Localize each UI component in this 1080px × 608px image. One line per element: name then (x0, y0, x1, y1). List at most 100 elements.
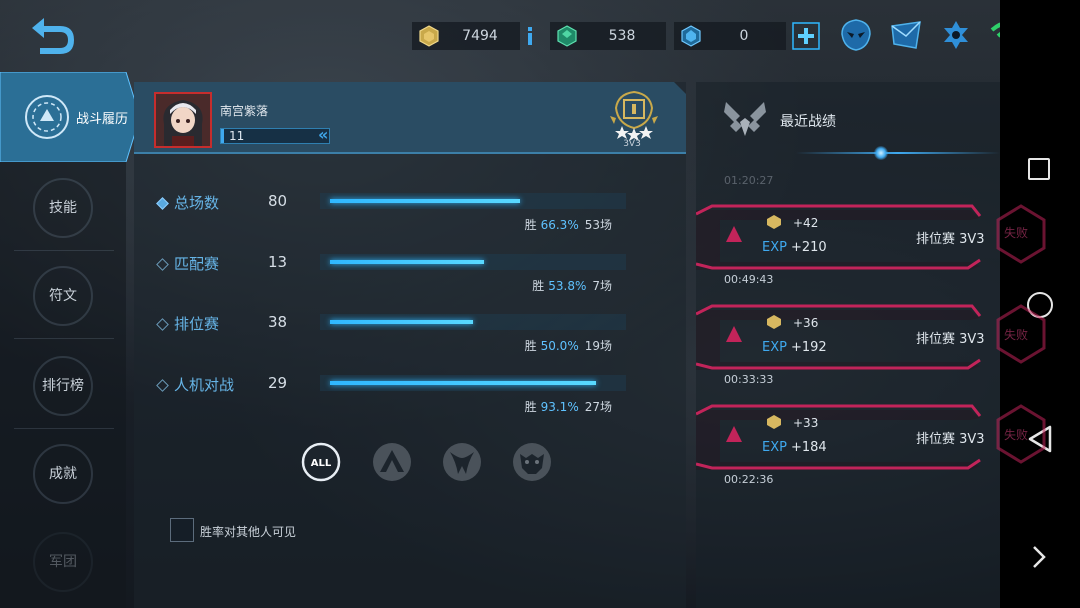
match-time-faded: 01:20:27 (724, 174, 774, 187)
crossed-swords-icon (724, 102, 766, 136)
sidebar-item-skills[interactable]: 技能 (0, 164, 126, 252)
mask-icon[interactable] (840, 18, 872, 52)
match-time: 00:22:36 (724, 473, 774, 486)
green-gem-icon (557, 25, 577, 47)
stat-name: 总场数 (174, 194, 220, 212)
sidebar-item-label: 成就 (49, 466, 77, 482)
blue-crystal-icon (681, 25, 701, 47)
match-result: 失败 (1004, 428, 1029, 442)
match-result: 失败 (1004, 328, 1029, 342)
sidebar-item-label: 战斗履历 (76, 112, 129, 127)
winrate-summary: 胜 53.8% 7场 (532, 277, 612, 294)
player-level: 11 (229, 129, 245, 143)
gem-resource: 538 (550, 22, 666, 50)
settings-icon[interactable] (940, 18, 972, 52)
diamond-icon (156, 258, 169, 271)
stat-count: 80 (268, 192, 288, 210)
faction-beast-icon[interactable] (512, 442, 552, 482)
rank-mode-label: 3V3 (623, 139, 641, 149)
add-icon[interactable] (792, 22, 820, 50)
gold-value: 7494 (462, 28, 498, 44)
exp-label: EXP (762, 440, 787, 455)
recent-matches-panel: 最近战绩 01:20:27 +42 EXP +210 排位赛 3V3 00:49:… (696, 82, 1000, 608)
win-percent: 53.8% (548, 279, 587, 293)
exp-label: EXP (762, 240, 787, 255)
stat-row-pve: 人机对战 29 胜 93.1% 27场 (134, 374, 686, 434)
info-icon[interactable] (524, 22, 546, 50)
gold-reward: +36 (793, 316, 819, 330)
win-games: 7场 (592, 279, 612, 293)
match-item[interactable]: +36 EXP +192 排位赛 3V3 00:33:33 (696, 304, 1000, 404)
recent-apps-icon[interactable] (1028, 158, 1050, 180)
exp-label: EXP (762, 340, 787, 355)
winrate-visibility-checkbox[interactable] (170, 518, 194, 542)
faction-a-icon[interactable] (372, 442, 412, 482)
mail-icon[interactable] (890, 18, 922, 52)
winrate-bar-fill (330, 381, 596, 385)
sidebar-item-label: 军团 (49, 554, 77, 570)
winrate-bar (320, 314, 626, 330)
filter-all-button[interactable]: ALL (301, 442, 341, 482)
filter-all-label: ALL (311, 458, 332, 469)
winrate-bar-fill (330, 320, 473, 324)
sidebar-item-runes[interactable]: 符文 (0, 252, 126, 340)
divider (14, 250, 114, 251)
sidebar-item-leaderboard[interactable]: 排行榜 (0, 342, 126, 430)
crystal-resource: 0 (674, 22, 786, 50)
stat-row-ranked: 排位赛 38 胜 50.0% 19场 (134, 313, 686, 373)
player-name: 南宫紫落 (220, 104, 269, 118)
winrate-bar (320, 375, 626, 391)
winrate-bar (320, 254, 626, 270)
win-games: 53场 (584, 218, 612, 232)
sidebar-item-achievements[interactable]: 成就 (0, 430, 126, 518)
win-percent: 93.1% (540, 400, 579, 414)
winrate-bar-fill (330, 199, 520, 203)
exp-reward: EXP +192 (762, 340, 827, 355)
sidebar-item-battle-history[interactable]: 战斗履历 (0, 72, 140, 162)
stat-name: 排位赛 (174, 315, 220, 333)
diamond-icon (156, 379, 169, 392)
exp-value: +184 (790, 440, 827, 455)
chevron-right-icon[interactable] (1030, 544, 1048, 570)
sidebar: 战斗履历 技能 符文 排行榜 成就 军团 (0, 72, 140, 608)
exp-reward: EXP +184 (762, 440, 827, 455)
match-time: 00:33:33 (724, 373, 774, 386)
sidebar-item-legion[interactable]: 军团 (0, 518, 126, 606)
winrate-summary: 胜 50.0% 19场 (525, 337, 612, 354)
match-mode: 排位赛 3V3 (916, 332, 985, 347)
match-mode: 排位赛 3V3 (916, 232, 985, 247)
recent-matches-title: 最近战绩 (780, 114, 836, 130)
crystal-value: 0 (739, 28, 749, 44)
sidebar-item-label: 符文 (49, 288, 77, 304)
winrate-summary: 胜 93.1% 27场 (525, 398, 612, 415)
top-bar: 7494 538 0 (0, 0, 1062, 70)
match-result: 失败 (1004, 226, 1029, 240)
back-icon[interactable] (26, 12, 80, 56)
win-games: 19场 (584, 339, 612, 353)
winrate-visibility-label: 胜率对其他人可见 (200, 525, 297, 539)
exp-value: +210 (790, 240, 827, 255)
divider (796, 152, 1000, 154)
header-background (134, 82, 686, 154)
match-mode: 排位赛 3V3 (916, 432, 985, 447)
faction-horns-icon[interactable] (442, 442, 482, 482)
profile-header: 南宫紫落 11 « 3V3 (134, 82, 686, 154)
chevron-double-left-icon: « (318, 125, 329, 144)
level-bar: 11 (220, 128, 330, 144)
level-bar-fill (221, 129, 224, 143)
win-games: 27场 (584, 400, 612, 414)
stat-count: 29 (268, 374, 288, 392)
winrate-bar (320, 193, 626, 209)
match-item[interactable]: +42 EXP +210 排位赛 3V3 00:49:43 (696, 204, 1000, 304)
divider (14, 428, 114, 429)
gold-coin-icon (767, 315, 781, 329)
stat-count: 38 (268, 313, 288, 331)
winrate-bar-fill (330, 260, 484, 264)
diamond-icon (156, 318, 169, 331)
exp-value: +192 (790, 340, 827, 355)
match-item[interactable]: +33 EXP +184 排位赛 3V3 00:22:36 (696, 404, 1000, 504)
gold-coin-icon (767, 415, 781, 429)
divider (14, 338, 114, 339)
winrate-summary: 胜 66.3% 53场 (525, 216, 612, 233)
avatar[interactable] (154, 92, 212, 148)
